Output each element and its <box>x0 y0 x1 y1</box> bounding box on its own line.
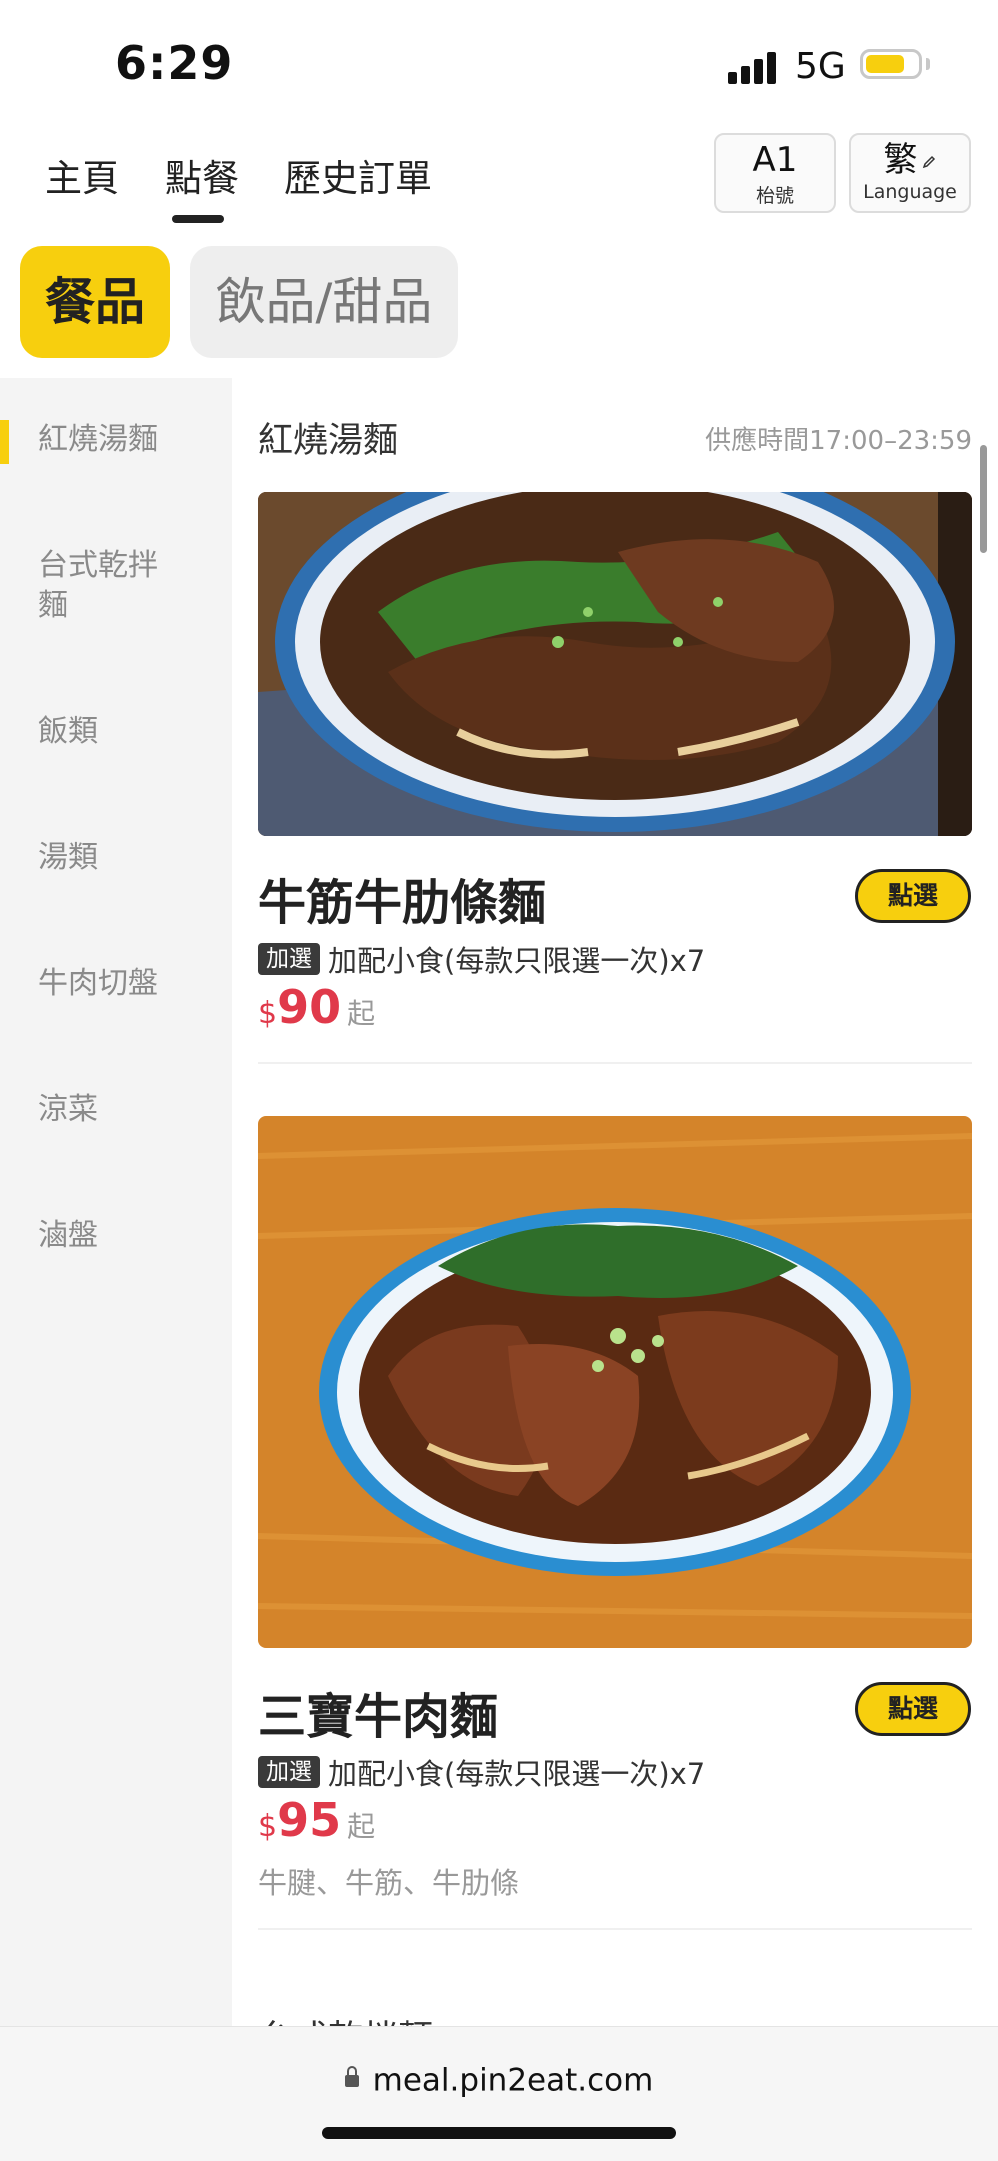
tab-order[interactable]: 點餐 <box>165 148 239 202</box>
active-tab-indicator <box>172 215 224 223</box>
section-hours: 供應時間17:00–23:59 <box>705 426 972 456</box>
three-treasure-beef-noodle-photo[interactable] <box>258 1116 972 1648</box>
item-name: 牛筋牛肋條麵 <box>258 875 547 931</box>
url-display[interactable]: meal.pin2eat.com <box>0 2061 998 2099</box>
price-value: 95 <box>277 1793 342 1847</box>
select-button[interactable]: 點選 <box>855 869 971 923</box>
home-indicator[interactable] <box>322 2127 676 2139</box>
language-char-row: 繁 <box>851 143 969 177</box>
beef-tendon-rib-noodle-photo[interactable] <box>258 492 972 836</box>
sidebar-item-braised-soup-noodles[interactable]: 紅燒湯麵 <box>38 420 208 460</box>
price-suffix: 起 <box>347 1810 376 1843</box>
status-bar: 6:29 5G <box>0 0 998 130</box>
scrollbar[interactable] <box>980 445 987 553</box>
item-name: 三寶牛肉麵 <box>258 1689 499 1745</box>
section-title: 紅燒湯麵 <box>258 421 399 461</box>
category-tab-drinks[interactable]: 飲品/甜品 <box>190 246 458 358</box>
price-value: 90 <box>277 980 342 1034</box>
addon-row: 加選 加配小食(每款只限選一次)x7 <box>258 938 705 978</box>
sidebar-item-soup[interactable]: 湯類 <box>38 838 208 878</box>
price-currency: $ <box>258 1809 278 1844</box>
table-number: A1 <box>752 140 798 180</box>
language-label: Language <box>863 181 957 203</box>
sidebar-item-dry-noodles[interactable]: 台式乾拌麵 <box>38 546 178 626</box>
battery-icon <box>860 49 922 79</box>
tab-history[interactable]: 歷史訂單 <box>284 148 432 202</box>
addon-badge: 加選 <box>258 943 320 975</box>
addon-badge: 加選 <box>258 1756 320 1788</box>
addon-text: 加配小食(每款只限選一次)x7 <box>328 944 706 978</box>
signal-icon <box>728 50 780 84</box>
table-label: 枱號 <box>755 185 794 207</box>
sidebar-item-sliced-beef[interactable]: 牛肉切盤 <box>38 964 208 1004</box>
url-text: meal.pin2eat.com <box>372 2062 654 2099</box>
sidebar-item-cold-dishes[interactable]: 涼菜 <box>38 1090 208 1130</box>
sidebar-item-rice[interactable]: 飯類 <box>38 712 208 752</box>
category-tab-food[interactable]: 餐品 <box>20 246 170 358</box>
language-button[interactable]: 繁 Language <box>849 133 971 213</box>
item-price: $90 起 <box>258 980 375 1034</box>
network-label: 5G <box>795 46 846 87</box>
item-divider <box>258 1062 972 1064</box>
battery-tip <box>926 58 930 70</box>
browser-address-bar[interactable]: meal.pin2eat.com <box>0 2026 998 2161</box>
addon-row: 加選 加配小食(每款只限選一次)x7 <box>258 1751 705 1791</box>
item-price: $95 起 <box>258 1793 375 1847</box>
price-currency: $ <box>258 996 278 1031</box>
pencil-icon <box>922 155 935 168</box>
sidebar-item-braised-platter[interactable]: 滷盤 <box>38 1216 208 1256</box>
item-description: 牛腱、牛筋、牛肋條 <box>258 1866 520 1900</box>
lock-icon <box>344 2065 359 2087</box>
tab-home[interactable]: 主頁 <box>45 148 119 202</box>
language-char: 繁 <box>883 140 918 180</box>
status-time: 6:29 <box>115 36 234 90</box>
sidebar-active-marker <box>0 420 9 464</box>
select-button[interactable]: 點選 <box>855 1682 971 1736</box>
price-suffix: 起 <box>347 997 376 1030</box>
item-divider <box>258 1928 972 1930</box>
addon-text: 加配小食(每款只限選一次)x7 <box>328 1757 706 1791</box>
table-number-button[interactable]: A1 枱號 <box>714 133 836 213</box>
